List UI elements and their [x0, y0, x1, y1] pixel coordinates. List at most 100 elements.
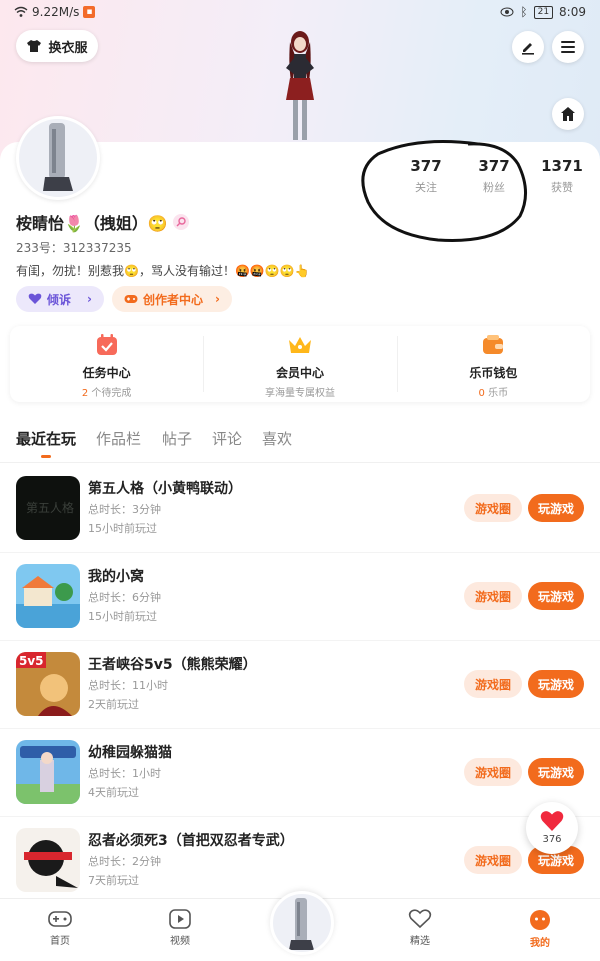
stat-likes-value: 1371 — [541, 157, 583, 175]
game-last-played: 4天前玩过 — [88, 786, 139, 799]
game-name: 王者峡谷5v5（熊熊荣耀） — [88, 657, 257, 673]
stat-followers-value: 377 — [478, 157, 510, 175]
game-circle-button[interactable]: 游戏圈 — [464, 846, 522, 874]
edit-profile-button[interactable] — [512, 31, 544, 63]
wallet-entry[interactable]: 乐币钱包 0 乐币 — [396, 326, 590, 402]
task-calendar-icon — [96, 334, 117, 355]
content-tabs: 最近在玩 作品栏 帖子 评论 喜欢 — [0, 422, 600, 463]
wallet-icon — [483, 335, 504, 354]
bio: 有闺，勿扰！别惹我🙄，骂人没有输过！🤬🤬🙄🙄👆 — [16, 264, 310, 278]
task-pending-text: 个待完成 — [88, 388, 132, 399]
nav-featured[interactable]: 精选 — [390, 909, 450, 947]
stat-followers-label: 粉丝 — [483, 181, 505, 194]
nav-me[interactable]: 我的 — [510, 909, 570, 949]
chevron-right-icon: › — [87, 292, 92, 306]
play-game-button[interactable]: 玩游戏 — [528, 494, 584, 522]
change-outfit-button[interactable]: 换衣服 — [16, 30, 98, 62]
play-game-button[interactable]: 玩游戏 — [528, 582, 584, 610]
game-name: 幼稚园躲猫猫 — [88, 745, 172, 761]
house-icon — [561, 107, 575, 121]
game-icon-kindergarten-hide-seek[interactable] — [16, 740, 80, 804]
complain-label: 倾诉 — [47, 292, 72, 307]
nav-video[interactable]: 视频 — [150, 909, 210, 947]
member-center-entry[interactable]: 会员中心 享海量专属权益 — [203, 326, 396, 402]
nav-home[interactable]: 首页 — [30, 909, 90, 947]
game-row[interactable]: 我的小窝 总时长：6分钟 15小时前玩过 游戏圈 玩游戏 — [0, 552, 600, 641]
tab-posts[interactable]: 帖子 — [162, 428, 192, 449]
crown-icon — [288, 337, 311, 353]
like-count: 376 — [542, 834, 562, 845]
hamburger-icon — [561, 41, 575, 53]
svg-text:5v5: 5v5 — [19, 654, 44, 668]
gamepad-nav-icon — [48, 911, 72, 927]
bluetooth-icon: ᛒ — [520, 5, 528, 19]
nav-home-label: 首页 — [50, 936, 70, 947]
profile-avatar[interactable] — [16, 116, 100, 200]
member-center-subtitle: 享海量专属权益 — [264, 388, 335, 399]
red-heart-icon — [540, 811, 564, 831]
game-icon-kings-canyon[interactable]: 5v5 — [16, 652, 80, 716]
clock: 8:09 — [559, 5, 586, 19]
battery-indicator: 21 — [533, 5, 554, 19]
stat-following[interactable]: 377 关注 — [396, 157, 456, 195]
status-bar: 9.22M/s ▪ ᛒ 21 8:09 — [0, 0, 600, 26]
gender-badge-icon[interactable] — [172, 214, 189, 230]
game-name: 我的小窝 — [88, 569, 144, 585]
nav-me-label: 我的 — [530, 938, 550, 949]
wallet-title: 乐币钱包 — [469, 366, 518, 380]
nickname: 桉睛怡🌷（拽姐）🙄 — [16, 214, 168, 233]
game-duration: 总时长：3分钟 — [88, 503, 161, 516]
game-name: 第五人格（小黄鸭联动） — [88, 481, 242, 497]
game-duration: 总时长：1小时 — [88, 767, 161, 780]
svg-text:第五人格: 第五人格 — [26, 500, 74, 515]
tab-comments[interactable]: 评论 — [212, 428, 242, 449]
game-circle-button[interactable]: 游戏圈 — [464, 582, 522, 610]
avatar-character-figure[interactable] — [268, 28, 332, 144]
game-row[interactable]: 5v5 王者峡谷5v5（熊熊荣耀） 总时长：11小时 2天前玩过 游戏圈 玩游戏 — [0, 640, 600, 729]
creator-center-button[interactable]: 创作者中心 › — [112, 286, 232, 312]
gamepad-icon — [124, 295, 138, 303]
task-center-entry[interactable]: 任务中心 2 个待完成 — [10, 326, 203, 402]
nickname-row: 桉睛怡🌷（拽姐）🙄 — [16, 210, 189, 234]
home-button[interactable] — [552, 98, 584, 130]
shirt-icon — [27, 40, 42, 52]
play-game-button[interactable]: 玩游戏 — [528, 670, 584, 698]
heart-icon — [28, 293, 42, 304]
game-circle-button[interactable]: 游戏圈 — [464, 670, 522, 698]
stat-likes[interactable]: 1371 获赞 — [532, 157, 592, 195]
app-notification-icon: ▪ — [83, 6, 96, 18]
game-icon-identity-v[interactable]: 第五人格 — [16, 476, 80, 540]
stat-following-value: 377 — [410, 157, 442, 175]
complain-button[interactable]: 倾诉 › — [16, 286, 104, 312]
avatar-figure-icon — [289, 898, 314, 950]
eye-icon — [500, 7, 514, 17]
game-duration: 总时长：2分钟 — [88, 855, 161, 868]
change-outfit-label: 换衣服 — [48, 40, 88, 56]
floating-like-button[interactable]: 376 — [526, 802, 578, 854]
game-circle-button[interactable]: 游戏圈 — [464, 758, 522, 786]
chevron-right-icon: › — [215, 292, 220, 306]
game-duration: 总时长：6分钟 — [88, 591, 161, 604]
game-row[interactable]: 第五人格 第五人格（小黄鸭联动） 总时长：3分钟 15小时前玩过 游戏圈 玩游戏 — [0, 464, 600, 553]
tab-recently-played[interactable]: 最近在玩 — [16, 428, 76, 449]
center-avatar-button[interactable] — [270, 891, 334, 955]
pen-icon — [522, 43, 534, 55]
tab-works[interactable]: 作品栏 — [96, 428, 141, 449]
stat-following-label: 关注 — [415, 181, 437, 194]
tab-likes[interactable]: 喜欢 — [262, 428, 292, 449]
game-circle-button[interactable]: 游戏圈 — [464, 494, 522, 522]
menu-button[interactable] — [552, 31, 584, 63]
game-icon-my-nest[interactable] — [16, 564, 80, 628]
game-row[interactable]: 幼稚园躲猫猫 总时长：1小时 4天前玩过 游戏圈 玩游戏 — [0, 728, 600, 817]
game-name: 忍者必须死3（首把双忍者专武） — [88, 833, 294, 849]
coin-unit: 乐币 — [484, 388, 509, 399]
game-icon-ninja-must-die[interactable] — [16, 828, 80, 892]
play-game-button[interactable]: 玩游戏 — [528, 758, 584, 786]
member-center-title: 会员中心 — [275, 366, 324, 380]
nav-video-label: 视频 — [170, 936, 190, 947]
bottom-navigation: 首页 视频 精选 我的 — [0, 891, 600, 961]
stat-followers[interactable]: 377 粉丝 — [464, 157, 524, 195]
game-duration: 总时长：11小时 — [88, 679, 168, 692]
tab-active-indicator — [41, 455, 51, 458]
game-last-played: 15小时前玩过 — [88, 610, 157, 623]
